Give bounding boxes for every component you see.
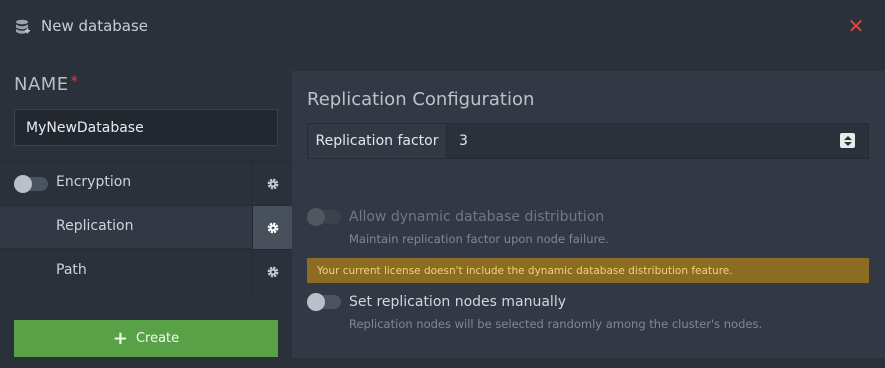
plus-icon: + [112, 327, 128, 349]
modal-title: New database [41, 17, 149, 35]
encryption-toggle[interactable] [14, 175, 48, 193]
option-row-path[interactable]: Path [0, 249, 292, 293]
encryption-settings-button[interactable] [252, 162, 292, 205]
option-row-replication[interactable]: Replication [0, 205, 292, 249]
option-label: Path [56, 262, 87, 278]
name-label: NAME * [14, 74, 78, 95]
manual-nodes-desc: Replication nodes will be selected rando… [349, 317, 763, 331]
database-name-input[interactable] [14, 109, 278, 146]
section-title: Replication Configuration [307, 89, 535, 110]
create-button[interactable]: + Create [14, 320, 278, 357]
replication-settings-button[interactable] [252, 206, 292, 249]
dynamic-distribution-toggle[interactable] [307, 208, 341, 226]
replication-factor-group: Replication factor 3 [307, 123, 869, 159]
manual-nodes-title: Set replication nodes manually [349, 294, 566, 310]
create-button-label: Create [135, 331, 180, 346]
option-label: Encryption [56, 174, 132, 190]
option-label: Replication [56, 218, 134, 234]
required-mark: * [70, 74, 79, 90]
manual-nodes-toggle[interactable] [307, 293, 341, 311]
replication-factor-label: Replication factor [308, 124, 447, 158]
license-warning: Your current license doesn't include the… [307, 258, 869, 283]
number-spinner-icon[interactable] [840, 133, 855, 148]
spinner-down-icon[interactable] [843, 141, 852, 146]
gear-icon [267, 266, 278, 277]
dynamic-distribution-title: Allow dynamic database distribution [349, 209, 605, 225]
replication-factor-input[interactable]: 3 [459, 133, 468, 149]
gear-icon [267, 222, 278, 233]
option-row-encryption[interactable]: Encryption [0, 161, 292, 205]
path-settings-button[interactable] [252, 250, 292, 293]
modal-header: New database ✕ [0, 0, 885, 56]
database-add-icon [16, 19, 30, 34]
close-icon[interactable]: ✕ [846, 16, 866, 36]
name-label-text: NAME [14, 74, 69, 95]
gear-icon [267, 178, 278, 189]
spinner-up-icon[interactable] [843, 135, 852, 140]
dynamic-distribution-desc: Maintain replication factor upon node fa… [349, 232, 609, 246]
